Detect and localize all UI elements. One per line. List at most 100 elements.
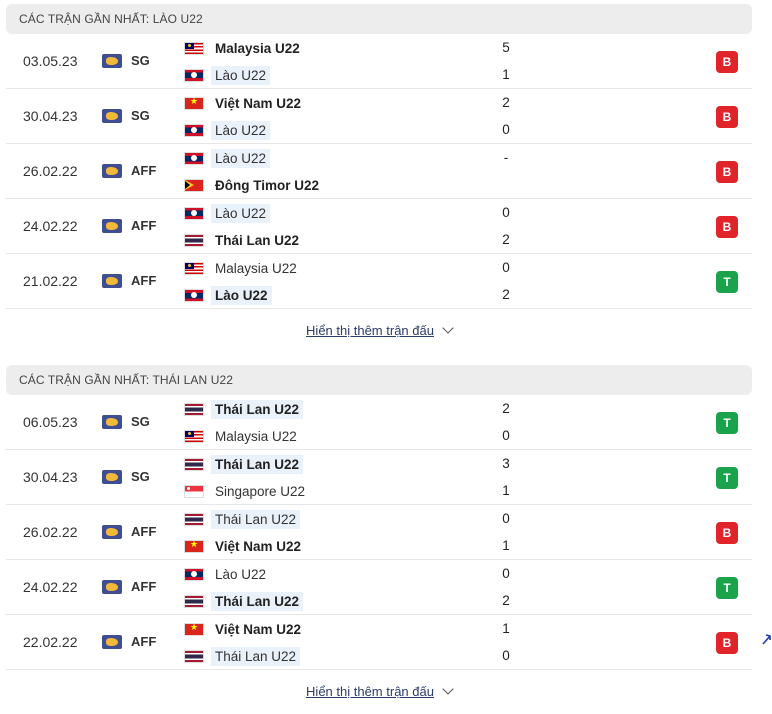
- la-flag-icon: [185, 69, 203, 81]
- world-map-icon: [102, 109, 122, 123]
- vn-flag-icon: [185, 540, 203, 552]
- match-date: 30.04.23: [23, 108, 78, 124]
- th-flag-icon: [185, 650, 203, 662]
- result-badge: T: [716, 467, 738, 489]
- th-flag-icon: [185, 403, 203, 415]
- home-team[interactable]: Malaysia U22: [185, 258, 301, 278]
- home-team[interactable]: Việt Nam U22: [185, 619, 305, 639]
- match-row[interactable]: 22.02.22 AFF Việt Nam U22 Thái Lan U22 1 0 B: [6, 615, 752, 670]
- away-score: 2: [502, 593, 510, 608]
- home-score: 0: [502, 566, 510, 581]
- competition-label: AFF: [131, 579, 157, 594]
- match-row[interactable]: 30.04.23 SG Thái Lan U22 Singapore U22 3 1 T: [6, 450, 752, 505]
- team-name: Thái Lan U22: [211, 399, 304, 419]
- away-score: 0: [502, 428, 510, 443]
- home-score: 0: [502, 511, 510, 526]
- away-score: 1: [502, 538, 510, 553]
- away-team[interactable]: Lào U22: [185, 285, 272, 305]
- world-map-icon: [102, 635, 122, 649]
- away-team[interactable]: Malaysia U22: [185, 426, 301, 446]
- away-team[interactable]: Singapore U22: [185, 481, 309, 501]
- team-name: Lào U22: [211, 65, 271, 85]
- competition-label: AFF: [131, 218, 157, 233]
- chevron-down-icon: [442, 683, 454, 695]
- th-flag-icon: [185, 234, 203, 246]
- match-row[interactable]: 24.02.22 AFF Lào U22 Thái Lan U22 0 2 T: [6, 560, 752, 615]
- my-flag-icon: [185, 42, 203, 54]
- la-flag-icon: [185, 289, 203, 301]
- match-date: 03.05.23: [23, 53, 78, 69]
- competition-label: SG: [131, 469, 150, 484]
- show-more-label: Hiển thị thêm trận đấu: [306, 323, 434, 338]
- show-more-matches-link[interactable]: Hiển thị thêm trận đấu: [6, 670, 752, 714]
- home-team[interactable]: Việt Nam U22: [185, 93, 305, 113]
- match-date: 22.02.22: [23, 634, 78, 650]
- la-flag-icon: [185, 124, 203, 136]
- team-name: Việt Nam U22: [215, 538, 302, 554]
- world-map-icon: [102, 525, 122, 539]
- result-badge: B: [716, 522, 738, 544]
- match-date: 24.02.22: [23, 218, 78, 234]
- th-flag-icon: [185, 595, 203, 607]
- team-name: Việt Nam U22: [215, 95, 302, 111]
- th-flag-icon: [185, 458, 203, 470]
- away-team[interactable]: Lào U22: [185, 120, 271, 140]
- result-badge: B: [716, 632, 738, 654]
- team-name: Đông Timor U22: [215, 177, 320, 193]
- home-team[interactable]: Thái Lan U22: [185, 454, 304, 474]
- team-name: Việt Nam U22: [215, 621, 302, 637]
- home-score: 1: [502, 621, 510, 636]
- match-row[interactable]: 21.02.22 AFF Malaysia U22 Lào U22 0 2 T: [6, 254, 752, 309]
- home-score: 3: [502, 456, 510, 471]
- home-team[interactable]: Lào U22: [185, 148, 271, 168]
- my-flag-icon: [185, 262, 203, 274]
- team-name: Thái Lan U22: [211, 509, 301, 529]
- world-map-icon: [102, 415, 122, 429]
- my-flag-icon: [185, 430, 203, 442]
- competition-label: AFF: [131, 524, 157, 539]
- match-row[interactable]: 26.02.22 AFF Lào U22 Đông Timor U22 - B: [6, 144, 752, 199]
- chevron-down-icon: [442, 322, 454, 334]
- home-score: 0: [502, 205, 510, 220]
- match-row[interactable]: 06.05.23 SG Thái Lan U22 Malaysia U22 2 0 T: [6, 395, 752, 450]
- away-score: 1: [502, 67, 510, 82]
- edge-arrow-icon[interactable]: [762, 632, 772, 646]
- section-title: CÁC TRẬN GẦN NHẤT: LÀO U22: [6, 4, 752, 34]
- home-team[interactable]: Lào U22: [185, 203, 271, 223]
- team-name: Lào U22: [211, 120, 271, 140]
- sg-flag-icon: [185, 485, 203, 497]
- section-title: CÁC TRẬN GẦN NHẤT: THÁI LAN U22: [6, 365, 752, 395]
- match-date: 24.02.22: [23, 579, 78, 595]
- away-team[interactable]: Việt Nam U22: [185, 536, 305, 556]
- match-date: 30.04.23: [23, 469, 78, 485]
- away-team[interactable]: Đông Timor U22: [185, 175, 323, 195]
- match-row[interactable]: 26.02.22 AFF Thái Lan U22 Việt Nam U22 0 1 B: [6, 505, 752, 560]
- team-name: Thái Lan U22: [211, 454, 304, 474]
- th-flag-icon: [185, 513, 203, 525]
- away-team[interactable]: Thái Lan U22: [185, 646, 301, 666]
- match-row[interactable]: 24.02.22 AFF Lào U22 Thái Lan U22 0 2 B: [6, 199, 752, 254]
- match-row[interactable]: 03.05.23 SG Malaysia U22 Lào U22 5 1 B: [6, 34, 752, 89]
- vn-flag-icon: [185, 97, 203, 109]
- recent-matches-section: CÁC TRẬN GẦN NHẤT: LÀO U22 03.05.23 SG Mala…: [6, 4, 752, 353]
- home-team[interactable]: Thái Lan U22: [185, 509, 301, 529]
- home-team[interactable]: Malaysia U22: [185, 38, 304, 58]
- away-team[interactable]: Thái Lan U22: [185, 230, 303, 250]
- result-badge: B: [716, 161, 738, 183]
- home-score: 0: [502, 260, 510, 275]
- show-more-matches-link[interactable]: Hiển thị thêm trận đấu: [6, 309, 752, 353]
- world-map-icon: [102, 274, 122, 288]
- competition-label: AFF: [131, 163, 157, 178]
- home-score: 5: [502, 40, 510, 55]
- away-team[interactable]: Thái Lan U22: [185, 591, 304, 611]
- result-badge: T: [716, 412, 738, 434]
- home-team[interactable]: Lào U22: [185, 564, 270, 584]
- home-team[interactable]: Thái Lan U22: [185, 399, 304, 419]
- world-map-icon: [102, 580, 122, 594]
- la-flag-icon: [185, 568, 203, 580]
- away-team[interactable]: Lào U22: [185, 65, 271, 85]
- team-name: Malaysia U22: [215, 260, 297, 276]
- home-score: 2: [502, 95, 510, 110]
- competition-label: SG: [131, 414, 150, 429]
- match-row[interactable]: 30.04.23 SG Việt Nam U22 Lào U22 2 0 B: [6, 89, 752, 144]
